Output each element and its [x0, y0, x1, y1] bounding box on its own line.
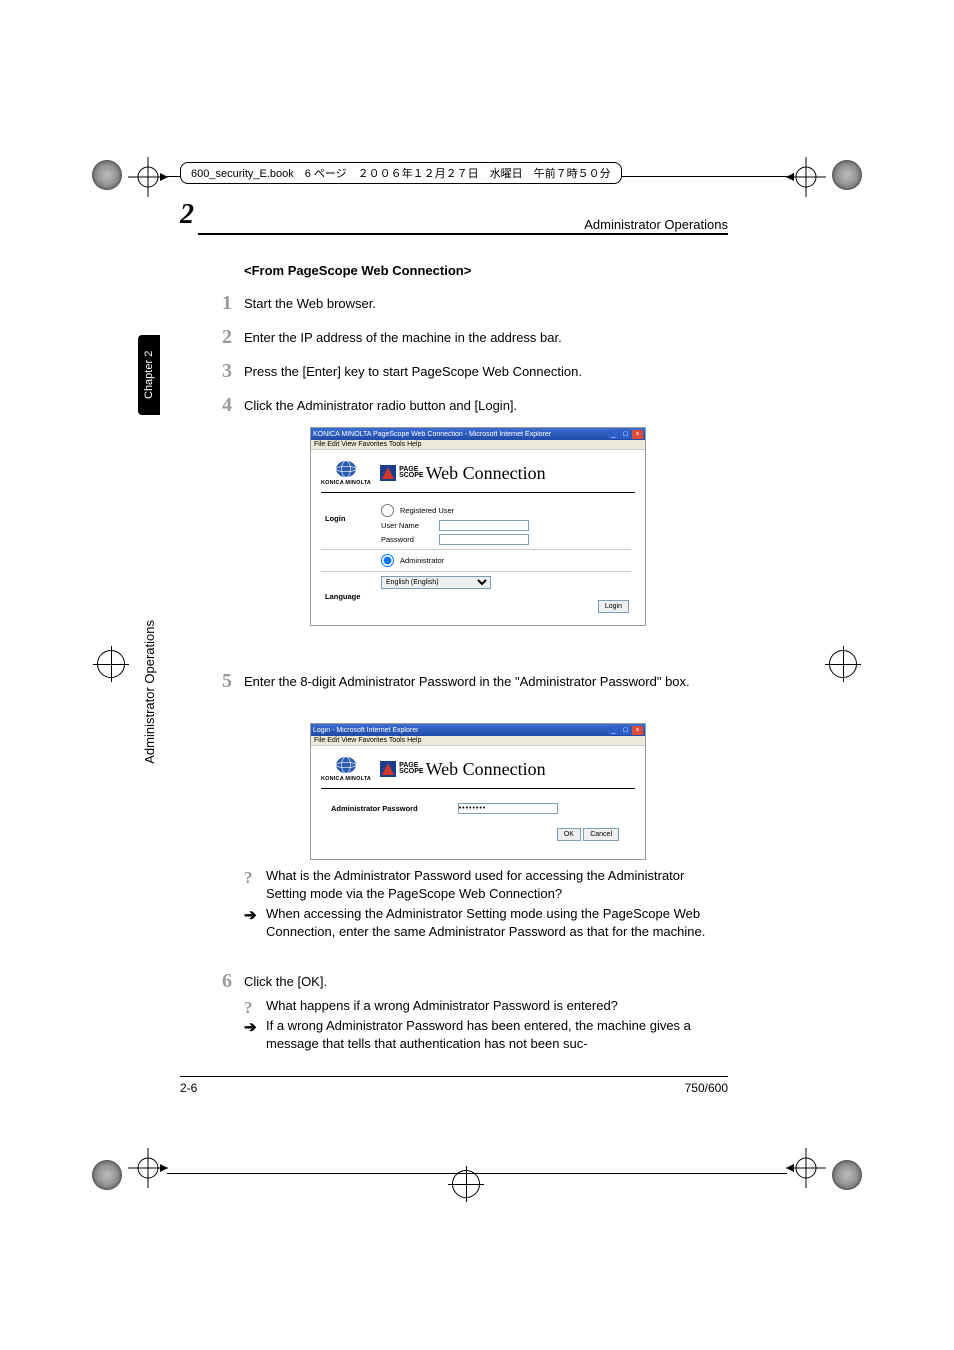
ok-button[interactable]: OK [557, 828, 581, 841]
close-icon[interactable]: × [632, 430, 643, 439]
step-num-1: 1 [222, 290, 232, 317]
km-brand-text-2: KONICA MINOLTA [321, 776, 371, 782]
administrator-radio[interactable] [381, 554, 394, 567]
arrow-right-icon-2: ➔ [244, 1018, 257, 1038]
screenshot-admin-password: Login - Microsoft Internet Explorer _ □ … [310, 723, 646, 860]
admin-password-label: Administrator Password [331, 804, 418, 813]
maximize-icon[interactable]: □ [620, 430, 631, 439]
step-num-2: 2 [222, 324, 232, 351]
language-select[interactable]: English (English) [381, 576, 491, 589]
qa2-answer: If a wrong Administrator Password has be… [266, 1017, 728, 1052]
model-number: 750/600 [685, 1081, 728, 1095]
close-icon-2[interactable]: × [632, 726, 643, 735]
screenshot-login: KONICA MINOLTA PageScope Web Connection … [310, 427, 646, 626]
pagescope-logo-2: PAGE SCOPE Web Connection [379, 759, 546, 780]
step-text-2: Enter the IP address of the machine in t… [244, 330, 562, 345]
step-num-6: 6 [222, 968, 232, 995]
reg-arrow-top-right [786, 157, 826, 202]
qa2-question: What happens if a wrong Administrator Pa… [266, 997, 728, 1015]
pagescope-badge-icon-2 [379, 760, 397, 778]
cancel-button[interactable]: Cancel [583, 828, 619, 841]
window-title: KONICA MINOLTA PageScope Web Connection … [313, 431, 551, 438]
print-header: 600_security_E.book 6 ページ ２００６年１２月２７日 水曜… [180, 162, 622, 184]
brand-row-2: KONICA MINOLTA PAGE SCOPE Web Connection [321, 752, 635, 789]
step-num-4: 4 [222, 392, 232, 419]
menubar[interactable]: File Edit View Favorites Tools Help [311, 440, 645, 450]
side-running-label: Administrator Operations [142, 620, 157, 764]
step-text-6: Click the [OK]. [244, 974, 327, 989]
head-rule [198, 233, 728, 235]
reg-mark-right [829, 650, 857, 678]
chapter-tab: Chapter 2 [138, 335, 160, 415]
login-section-label: Login [325, 514, 345, 523]
minimize-icon[interactable]: _ [608, 430, 619, 439]
qa1-answer: When accessing the Administrator Setting… [266, 905, 728, 940]
step-num-3: 3 [222, 358, 232, 385]
reg-dot-br [832, 1160, 862, 1190]
reg-mark-left [97, 650, 125, 678]
reg-arrow-bot-right [786, 1148, 826, 1193]
konica-minolta-globe-icon [335, 460, 357, 478]
page-number: 2-6 [180, 1081, 197, 1095]
pagescope-badge-icon [379, 464, 397, 482]
admin-password-input[interactable] [458, 803, 558, 814]
ps-word: Web Connection [426, 463, 546, 484]
trim-line-bottom [167, 1173, 787, 1174]
administrator-label: Administrator [400, 556, 444, 565]
step-text-1: Start the Web browser. [244, 296, 376, 311]
registered-user-radio[interactable] [381, 504, 394, 517]
window-titlebar-2: Login - Microsoft Internet Explorer _ □ … [311, 724, 645, 736]
pagescope-logo: PAGE SCOPE Web Connection [379, 463, 546, 484]
reg-dot-bl [92, 1160, 122, 1190]
username-label: User Name [381, 521, 433, 530]
km-brand-text: KONICA MINOLTA [321, 480, 371, 486]
language-section-label: Language [325, 592, 360, 601]
running-head: Administrator Operations [584, 217, 728, 232]
reg-arrow-bot-left [128, 1148, 168, 1193]
reg-dot-tr [832, 160, 862, 190]
footer-rule [180, 1076, 728, 1077]
qa1-question: What is the Administrator Password used … [266, 867, 728, 902]
username-input[interactable] [439, 520, 529, 531]
section-heading: <From PageScope Web Connection> [244, 263, 471, 278]
ps-small-bot: SCOPE [399, 473, 424, 479]
question-mark-icon: ? [244, 867, 253, 890]
menubar-2[interactable]: File Edit View Favorites Tools Help [311, 736, 645, 746]
step-num-5: 5 [222, 668, 232, 695]
login-button[interactable]: Login [598, 600, 629, 613]
konica-minolta-globe-icon-2 [335, 756, 357, 774]
reg-mark-bottom [452, 1170, 480, 1198]
step-text-5: Enter the 8-digit Administrator Password… [244, 674, 690, 689]
reg-dot-tl [92, 160, 122, 190]
brand-row: KONICA MINOLTA PAGE SCOPE Web Connection [321, 456, 635, 493]
arrow-right-icon: ➔ [244, 906, 257, 926]
step-text-4: Click the Administrator radio button and… [244, 398, 517, 413]
password-input[interactable] [439, 534, 529, 545]
window-titlebar: KONICA MINOLTA PageScope Web Connection … [311, 428, 645, 440]
password-label: Password [381, 535, 433, 544]
minimize-icon-2[interactable]: _ [608, 726, 619, 735]
page-content: 2 Administrator Operations <From PageSco… [180, 195, 728, 1095]
chapter-number: 2 [180, 199, 194, 231]
maximize-icon-2[interactable]: □ [620, 726, 631, 735]
reg-arrow-top-left [128, 157, 168, 202]
registered-user-label: Registered User [400, 506, 454, 515]
step-text-3: Press the [Enter] key to start PageScope… [244, 364, 582, 379]
window-title-2: Login - Microsoft Internet Explorer [313, 727, 418, 734]
